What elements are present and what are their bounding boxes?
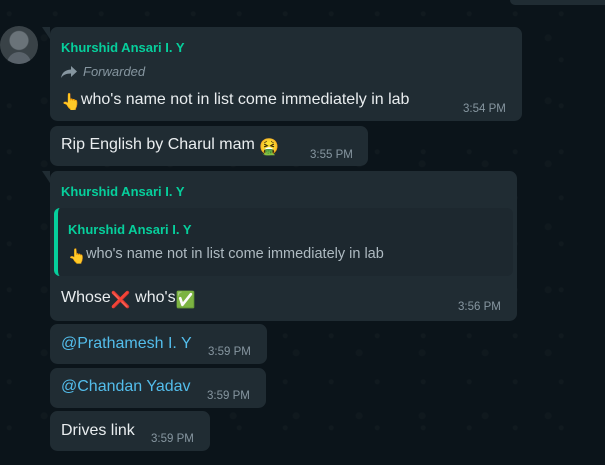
quoted-text: 👆who's name not in list come immediately…	[68, 246, 384, 265]
message-bubble[interactable]: Khurshid Ansari I. Y Forwarded 👆who's na…	[42, 27, 522, 121]
quoted-body: who's name not in list come immediately …	[86, 246, 384, 262]
quoted-sender: Khurshid Ansari I. Y	[68, 222, 192, 237]
message-time: 3:56 PM	[458, 301, 501, 313]
message-text: Whose❌ who's✅	[61, 289, 196, 310]
message-text: Rip English by Charul mam 🤮	[61, 136, 279, 157]
forward-arrow-icon	[61, 65, 77, 78]
message-time: 3:59 PM	[208, 346, 251, 358]
message-text: Drives link	[61, 422, 135, 439]
message-body: who's name not in list come immediately …	[80, 91, 410, 108]
quoted-message[interactable]: Khurshid Ansari I. Y 👆who's name not in …	[54, 208, 513, 276]
message-time: 3:54 PM	[463, 103, 506, 115]
sender-name[interactable]: Khurshid Ansari I. Y	[61, 40, 185, 55]
message-text: 👆who's name not in list come immediately…	[61, 91, 409, 112]
pointing-up-emoji: 👆	[68, 249, 87, 265]
message-bubble[interactable]: Khurshid Ansari I. Y Khurshid Ansari I. …	[42, 171, 517, 321]
message-bubble[interactable]: Rip English by Charul mam 🤮 3:55 PM	[50, 126, 368, 166]
message-body: Rip English by Charul mam	[61, 136, 255, 153]
message-bubble[interactable]: Drives link 3:59 PM	[50, 411, 210, 451]
message-body-part1: Whose	[61, 289, 111, 306]
forwarded-indicator: Forwarded	[61, 64, 145, 79]
user-mention[interactable]: @Prathamesh I. Y	[61, 335, 192, 353]
message-time: 3:59 PM	[207, 390, 250, 402]
user-mention[interactable]: @Chandan Yadav	[61, 378, 191, 396]
message-time: 3:59 PM	[151, 433, 194, 445]
message-bubble[interactable]: @Chandan Yadav 3:59 PM	[50, 368, 266, 408]
message-body-part2: who's	[130, 289, 176, 306]
forwarded-label: Forwarded	[83, 64, 146, 79]
sender-avatar[interactable]	[0, 26, 38, 64]
message-bubble[interactable]: @Prathamesh I. Y 3:59 PM	[50, 324, 267, 364]
previous-message-bubble[interactable]	[510, 0, 605, 5]
cross-mark-emoji: ❌	[110, 292, 131, 309]
check-mark-emoji: ✅	[175, 292, 196, 309]
vomiting-face-emoji: 🤮	[259, 139, 280, 156]
sender-name[interactable]: Khurshid Ansari I. Y	[61, 184, 185, 199]
avatar-silhouette-icon	[7, 52, 31, 64]
message-time: 3:55 PM	[310, 149, 353, 161]
pointing-up-emoji: 👆	[61, 94, 81, 111]
